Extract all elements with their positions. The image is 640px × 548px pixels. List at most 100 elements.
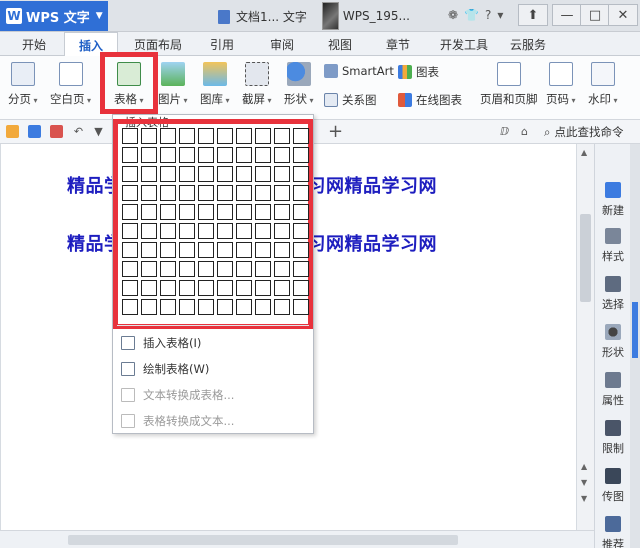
table-grid-cell[interactable] [160,204,176,220]
user-account[interactable]: WPS_195... [322,2,410,30]
table-grid-cell[interactable] [236,204,252,220]
table-grid-cell[interactable] [198,147,214,163]
table-grid-cell[interactable] [179,166,195,182]
scroll-page-up-icon[interactable]: ▲ [581,462,587,471]
table-grid-cell[interactable] [255,166,271,182]
tab-view[interactable]: 视图 [328,36,352,53]
page-break-button[interactable]: 分页 [8,62,38,107]
document-tab[interactable]: 文档1... 文字 [218,8,307,25]
table-grid-cell[interactable] [217,185,233,201]
table-to-text-item[interactable]: 表格转换成文本... [121,413,234,429]
table-grid-cell[interactable] [293,242,309,258]
table-grid-cell[interactable] [255,128,271,144]
tool-icon-1[interactable]: ⅅ [498,125,511,138]
taskpane-new[interactable]: 新建 [595,182,631,218]
header-footer-button[interactable]: 页眉和页脚 [480,62,538,107]
table-grid-cell[interactable] [274,280,290,296]
table-grid-cell[interactable] [255,280,271,296]
table-grid-cell[interactable] [141,147,157,163]
draw-table-item[interactable]: 绘制表格(W) [121,361,209,377]
table-grid-cell[interactable] [293,166,309,182]
table-grid-cell[interactable] [198,185,214,201]
scroll-down-icon[interactable]: ▼ [581,494,587,503]
table-grid-cell[interactable] [255,223,271,239]
app-menu-button[interactable]: W WPS 文字 ▼ [0,1,108,31]
table-grid-cell[interactable] [160,261,176,277]
table-grid-cell[interactable] [141,185,157,201]
table-grid-cell[interactable] [141,299,157,315]
online-chart-button[interactable]: 在线图表 [398,92,462,108]
table-grid-cell[interactable] [255,299,271,315]
table-grid-cell[interactable] [160,128,176,144]
table-grid-cell[interactable] [274,261,290,277]
table-grid-cell[interactable] [255,204,271,220]
shape-button[interactable]: 形状 [284,62,314,107]
table-grid-cell[interactable] [293,280,309,296]
side-tab-indicator[interactable] [632,302,638,358]
table-grid-cell[interactable] [236,242,252,258]
scroll-thumb[interactable] [580,214,591,302]
table-grid-cell[interactable] [179,280,195,296]
table-grid-cell[interactable] [179,261,195,277]
taskpane-style[interactable]: 样式 [595,228,631,264]
table-grid-cell[interactable] [122,166,138,182]
table-grid-cell[interactable] [141,166,157,182]
smartart-button[interactable]: SmartArt [324,64,394,78]
table-grid-cell[interactable] [293,299,309,315]
horizontal-scroll-thumb[interactable] [68,535,458,545]
table-grid-cell[interactable] [217,166,233,182]
taskpane-restrict[interactable]: 限制 [595,420,631,456]
table-grid-cell[interactable] [198,128,214,144]
table-grid-cell[interactable] [141,261,157,277]
table-grid-cell[interactable] [198,261,214,277]
close-button[interactable]: ✕ [608,4,638,26]
minimize-button[interactable]: — [552,4,582,26]
table-grid-cell[interactable] [179,204,195,220]
undo-icon[interactable]: ↶ [72,125,85,138]
table-grid-cell[interactable] [198,299,214,315]
save-icon[interactable] [28,125,41,138]
table-grid-cell[interactable] [179,128,195,144]
table-grid-cell[interactable] [293,223,309,239]
table-grid-cell[interactable] [293,204,309,220]
table-size-grid[interactable] [122,128,309,315]
tab-home[interactable]: 开始 [22,36,46,53]
print-preview-icon[interactable] [50,125,63,138]
table-grid-cell[interactable] [122,261,138,277]
table-grid-cell[interactable] [293,128,309,144]
chart-button[interactable]: 图表 [398,64,439,80]
table-grid-cell[interactable] [217,261,233,277]
table-grid-cell[interactable] [274,128,290,144]
page-number-button[interactable]: 页码 [546,62,576,107]
table-grid-cell[interactable] [236,261,252,277]
table-grid-cell[interactable] [141,280,157,296]
horizontal-scrollbar[interactable] [0,530,594,548]
table-grid-cell[interactable] [236,128,252,144]
table-grid-cell[interactable] [255,261,271,277]
tab-developer[interactable]: 开发工具 [440,36,488,53]
table-grid-cell[interactable] [217,204,233,220]
table-grid-cell[interactable] [179,185,195,201]
table-grid-cell[interactable] [236,299,252,315]
table-grid-cell[interactable] [293,147,309,163]
tool-icon-2[interactable]: ⌂ [518,125,531,138]
table-grid-cell[interactable] [198,280,214,296]
table-grid-cell[interactable] [274,204,290,220]
table-grid-cell[interactable] [255,242,271,258]
table-grid-cell[interactable] [236,280,252,296]
vertical-scrollbar[interactable]: ▲ ▲ ▼ ▼ [576,144,594,530]
table-grid-cell[interactable] [274,185,290,201]
gallery-button[interactable]: 图库 [200,62,230,107]
table-grid-cell[interactable] [179,223,195,239]
table-grid-cell[interactable] [179,299,195,315]
table-grid-cell[interactable] [293,185,309,201]
table-grid-cell[interactable] [122,204,138,220]
table-grid-cell[interactable] [160,280,176,296]
table-grid-cell[interactable] [255,147,271,163]
tab-page-layout[interactable]: 页面布局 [134,36,182,53]
table-grid-cell[interactable] [198,223,214,239]
table-grid-cell[interactable] [179,147,195,163]
table-grid-cell[interactable] [160,147,176,163]
table-grid-cell[interactable] [217,280,233,296]
taskpane-properties[interactable]: 属性 [595,372,631,408]
